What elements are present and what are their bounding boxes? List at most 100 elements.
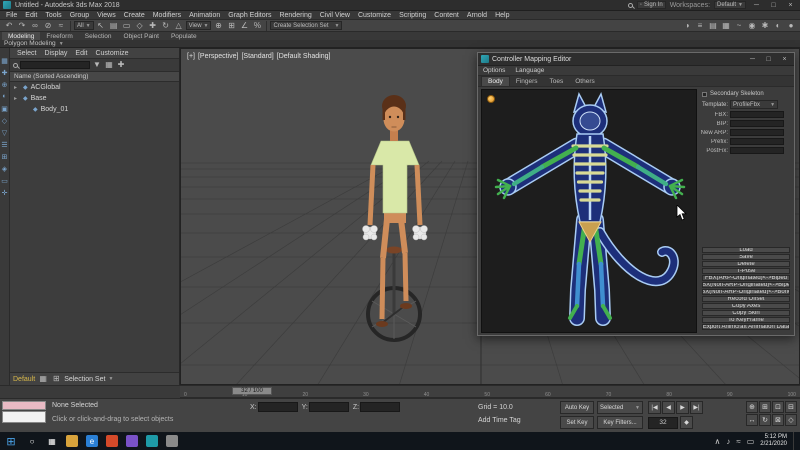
ribbon-tab[interactable]: Freeform — [40, 32, 78, 40]
named-selection-set-field[interactable]: Create Selection Set▼ — [270, 21, 342, 30]
close-button[interactable]: × — [784, 1, 797, 10]
menu-item[interactable]: Group — [66, 12, 93, 19]
selection-set-label[interactable]: Selection Set — [64, 376, 105, 383]
render-icon[interactable]: ● — [785, 20, 797, 31]
key-mode-dropdown[interactable]: Selected▼ — [597, 401, 643, 414]
explorer-menu-item[interactable]: Edit — [71, 50, 91, 57]
region-icon[interactable]: ▭ — [0, 176, 9, 185]
add-time-tag[interactable]: Add Time Tag — [478, 417, 521, 424]
z-coordinate-input[interactable] — [360, 402, 400, 412]
grid-icon[interactable]: ▦ — [0, 56, 9, 65]
battery-icon[interactable]: ▭ — [747, 437, 755, 446]
modify-icon[interactable]: ⊕ — [0, 80, 9, 89]
zoom-all-icon[interactable]: ⊞ — [759, 401, 771, 413]
menu-item[interactable]: Views — [93, 12, 120, 19]
volume-icon[interactable]: ♪ — [726, 437, 730, 446]
bind-to-spacewarp-icon[interactable]: ≈ — [55, 20, 67, 31]
explorer-menu-item[interactable]: Select — [13, 50, 40, 57]
material-icon[interactable]: ◈ — [0, 164, 9, 173]
expand-arrow-icon[interactable]: ▸ — [14, 84, 20, 91]
menu-item[interactable]: Rendering — [275, 12, 315, 19]
dialog-button[interactable]: Delete — [702, 261, 790, 267]
ribbon-tab[interactable]: Selection — [79, 32, 118, 40]
menu-item[interactable]: Tools — [41, 12, 65, 19]
snap-icon[interactable]: ⊞ — [0, 152, 9, 161]
photos-icon[interactable] — [126, 435, 138, 447]
go-to-start-icon[interactable]: |◀ — [648, 401, 661, 414]
start-button-icon[interactable]: ⊞ — [4, 435, 18, 448]
field-of-view-icon[interactable]: ◇ — [785, 414, 797, 426]
dialog-button[interactable]: Save — [702, 254, 790, 260]
orbit-icon[interactable]: ↻ — [759, 414, 771, 426]
explorer-column-header[interactable]: Name (Sorted Ascending) — [10, 72, 179, 82]
dialog-tab[interactable]: Body — [481, 76, 510, 86]
utilities-icon[interactable]: ▽ — [0, 128, 9, 137]
ribbon-panel-label[interactable]: Polygon Modeling — [4, 40, 56, 47]
dialog-button[interactable]: T-Pose — [702, 268, 790, 274]
zoom-icon[interactable]: ⊕ — [746, 401, 758, 413]
menu-item[interactable]: Create — [120, 12, 149, 19]
add-item-icon[interactable]: ✚ — [116, 60, 126, 71]
hierarchy-icon[interactable]: ◐ — [0, 92, 9, 101]
preset-name[interactable]: Default — [13, 376, 35, 383]
rectangular-region-icon[interactable]: ▭ — [121, 20, 133, 31]
display-icon[interactable]: ◇ — [0, 116, 9, 125]
viewport-label-segment[interactable]: [Default Shading] — [277, 53, 331, 60]
select-link-icon[interactable]: ∞ — [29, 20, 41, 31]
explorer-menu-item[interactable]: Customize — [91, 50, 132, 57]
dialog-button[interactable]: Export Animcraft Animation Data — [702, 324, 790, 330]
pan-icon[interactable]: ↔ — [746, 414, 758, 426]
create-icon[interactable]: ✚ — [0, 68, 9, 77]
dialog-button[interactable]: Record Offset — [702, 296, 790, 302]
selection-filter-dropdown[interactable]: All▼ — [74, 21, 94, 30]
material-editor-icon[interactable]: ◉ — [746, 20, 758, 31]
set-key-button[interactable]: Set Key — [560, 416, 594, 429]
file-explorer-icon[interactable] — [66, 435, 78, 447]
dialog-button[interactable]: Copy Skin — [702, 310, 790, 316]
dialog-button[interactable]: FBX(Non-ARP-Originated)<->Biped — [702, 282, 790, 288]
minimize-button[interactable]: ─ — [750, 1, 763, 10]
dialog-button[interactable]: Load — [702, 247, 790, 253]
edge-browser-icon[interactable]: e — [86, 435, 98, 447]
viewport-label-segment[interactable]: [+] — [187, 53, 195, 60]
menu-item[interactable]: Scripting — [395, 12, 430, 19]
workspaces-dropdown[interactable]: Default ▼ — [714, 1, 746, 9]
auto-key-button[interactable]: Auto Key — [560, 401, 594, 414]
menu-item[interactable]: Customize — [354, 12, 395, 19]
y-coordinate-input[interactable] — [309, 402, 349, 412]
menu-item[interactable]: Help — [491, 12, 513, 19]
scene-explorer-row[interactable]: ▸ ◆ Base — [10, 93, 179, 104]
chrome-browser-icon[interactable] — [106, 435, 118, 447]
menu-item[interactable]: Graph Editors — [224, 12, 275, 19]
redo-icon[interactable]: ↷ — [16, 20, 28, 31]
unlink-selection-icon[interactable]: ⊘ — [42, 20, 54, 31]
task-view-icon[interactable]: ▦ — [46, 435, 58, 447]
zoom-region-icon[interactable]: ⊟ — [785, 401, 797, 413]
menu-item[interactable]: Modifiers — [149, 12, 185, 19]
display-mode-icon[interactable]: ▦ — [104, 60, 114, 71]
search-icon[interactable]: ○ — [26, 435, 38, 447]
minimize-button[interactable]: ─ — [746, 55, 759, 64]
dialog-button[interactable]: FBX(Non-ARP-Originated)<->Bones — [702, 289, 790, 295]
x-coordinate-input[interactable] — [258, 402, 298, 412]
menu-item[interactable]: File — [2, 12, 21, 19]
close-button[interactable]: × — [778, 55, 791, 64]
percent-snap-icon[interactable]: % — [251, 20, 263, 31]
search-icon[interactable] — [628, 3, 633, 8]
filter-icon[interactable]: ▼ — [92, 60, 102, 71]
sign-in-button[interactable]: ◦ Sign In — [637, 1, 666, 9]
key-icon[interactable]: ◆ — [680, 416, 693, 429]
ribbon-tab[interactable]: Populate — [165, 32, 203, 40]
secondary-skeleton-checkbox[interactable] — [702, 92, 707, 97]
current-frame-input[interactable]: 32 — [648, 417, 678, 429]
window-crossing-icon[interactable]: ◇ — [134, 20, 146, 31]
dialog-button[interactable]: To KeyFrame — [702, 317, 790, 323]
expand-arrow-icon[interactable]: ▸ — [14, 95, 20, 102]
maximize-viewport-icon[interactable]: ⊠ — [772, 414, 784, 426]
maximize-button[interactable]: □ — [762, 55, 775, 64]
menu-item[interactable]: Animation — [185, 12, 224, 19]
dialog-button[interactable]: Copy Axes — [702, 303, 790, 309]
dialog-menu-item[interactable]: Options — [478, 67, 510, 74]
ribbon-tab[interactable]: Object Paint — [118, 32, 165, 40]
curve-editor-icon[interactable]: ~ — [733, 20, 745, 31]
